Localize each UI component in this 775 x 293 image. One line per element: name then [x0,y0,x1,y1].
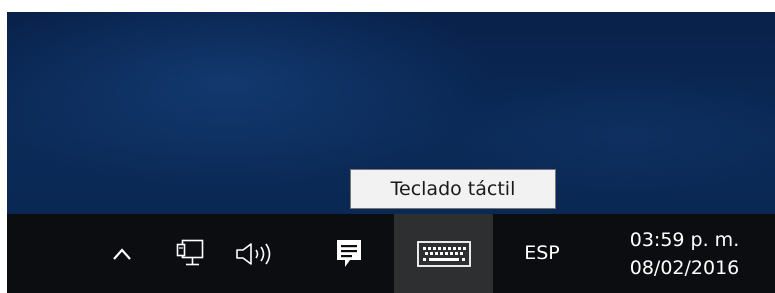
network-icon [176,239,204,265]
tooltip-text: Teclado táctil [390,178,516,200]
network-button[interactable] [167,214,213,293]
tooltip: Teclado táctil [350,169,556,209]
show-hidden-icons-button[interactable] [101,214,143,293]
language-label: ESP [524,242,560,264]
keyboard-icon [416,240,471,267]
input-language-button[interactable]: ESP [512,214,572,293]
taskbar: ESP 03:59 p. m. 08/02/2016 [7,214,775,293]
volume-button[interactable] [231,214,281,293]
chevron-up-icon [113,247,131,260]
desktop[interactable]: Teclado táctil ESP 03:59 p. m. 08/02/201… [7,12,775,293]
action-center-button[interactable] [326,214,372,293]
touch-keyboard-button[interactable] [394,214,493,293]
clock-date: 08/02/2016 [629,256,740,279]
action-center-icon [337,239,361,267]
volume-icon [236,242,271,265]
clock-time: 03:59 p. m. [629,228,740,251]
clock-button[interactable]: 03:59 p. m. 08/02/2016 [602,214,767,293]
